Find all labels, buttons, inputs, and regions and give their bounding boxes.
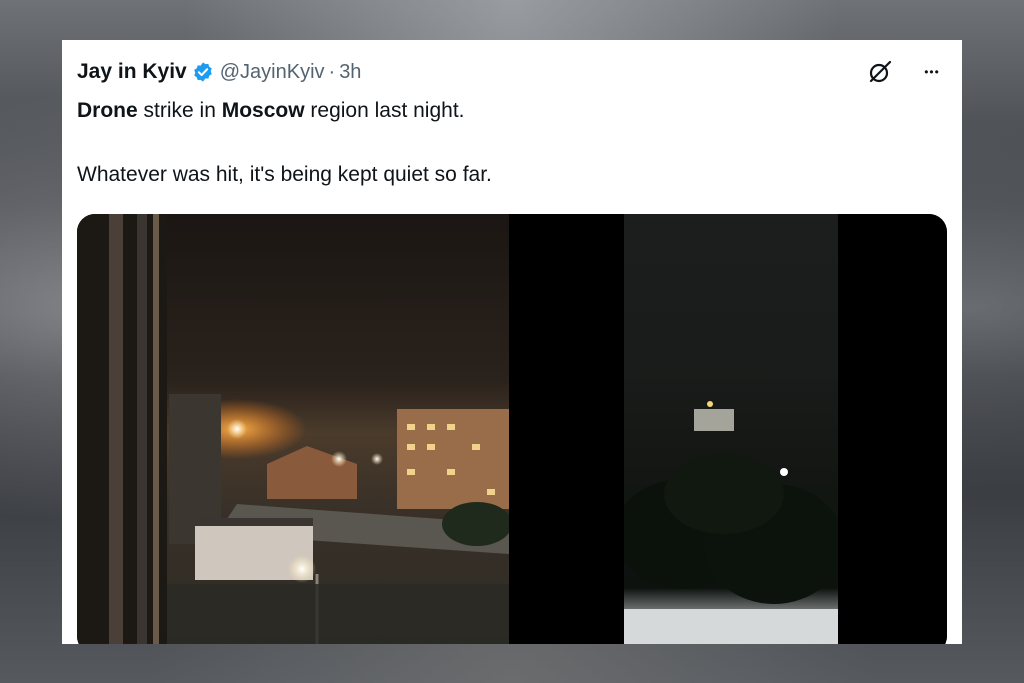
text-segment-drone: Drone xyxy=(77,99,138,122)
media-photo-1[interactable] xyxy=(77,214,509,644)
author-name[interactable]: Jay in Kyiv xyxy=(77,60,187,84)
more-glyph: ••• xyxy=(924,65,940,79)
more-icon[interactable]: ••• xyxy=(917,58,947,86)
text-segment-region: region last night. xyxy=(304,99,465,122)
verified-badge-icon xyxy=(192,61,214,83)
tweet-text: Drone strike in Moscow region last night… xyxy=(77,96,922,190)
tweet-header: Jay in Kyiv @JayinKyiv · 3h ••• xyxy=(77,58,947,86)
tweet-text-line-2: Whatever was hit, it's being kept quiet … xyxy=(77,163,492,186)
text-segment-moscow: Moscow xyxy=(221,99,305,122)
dark-trees-scene xyxy=(614,401,844,644)
tweet-timestamp[interactable]: 3h xyxy=(339,61,361,84)
tweet-media-grid xyxy=(77,214,947,644)
text-segment-strike: strike in xyxy=(137,99,222,122)
header-actions: ••• xyxy=(865,58,947,86)
grok-icon[interactable] xyxy=(865,58,895,86)
separator-dot: · xyxy=(328,60,336,83)
author-handle[interactable]: @JayinKyiv xyxy=(220,61,325,84)
tweet-card: Jay in Kyiv @JayinKyiv · 3h ••• Drone st… xyxy=(62,40,962,644)
night-street-scene xyxy=(77,214,509,644)
tweet-text-line-1: Drone strike in Moscow region last night… xyxy=(77,96,922,126)
video-frame xyxy=(614,214,844,644)
media-video-2[interactable] xyxy=(514,214,947,644)
